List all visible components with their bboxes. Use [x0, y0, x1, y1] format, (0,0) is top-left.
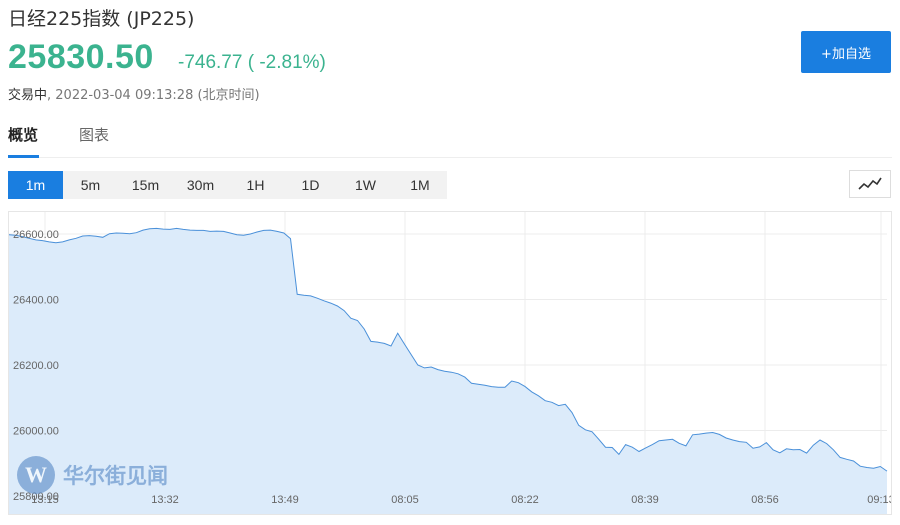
- y-tick-label: 26600.00: [13, 229, 59, 241]
- period-1d[interactable]: 1D: [283, 171, 338, 199]
- x-tick-label: 08:05: [391, 494, 419, 506]
- brand-name: 华尔街见闻: [63, 463, 168, 488]
- current-price: 25830.50: [8, 38, 154, 76]
- x-tick-label: 08:22: [511, 494, 539, 506]
- period-15m[interactable]: 15m: [118, 171, 173, 199]
- chart-type-toggle[interactable]: [849, 170, 891, 198]
- period-1w[interactable]: 1W: [338, 171, 393, 199]
- tab-bar: 概览 图表: [8, 124, 892, 158]
- x-tick-label: 13:32: [151, 494, 179, 506]
- period-selector: 1m 5m 15m 30m 1H 1D 1W 1M: [8, 171, 447, 199]
- period-5m[interactable]: 5m: [63, 171, 118, 199]
- brand-watermark: W 华尔街见闻: [17, 456, 168, 494]
- tab-overview[interactable]: 概览: [8, 124, 39, 158]
- period-1h[interactable]: 1H: [228, 171, 283, 199]
- x-tick-label: 08:39: [631, 494, 659, 506]
- tab-chart[interactable]: 图表: [79, 124, 119, 158]
- trading-state: 交易中: [8, 88, 48, 103]
- page-title: 日经225指数 (JP225): [8, 8, 195, 30]
- line-chart-icon: [858, 177, 882, 190]
- brand-logo-icon: W: [17, 456, 55, 494]
- y-tick-label: 26000.00: [13, 426, 59, 438]
- trading-timestamp: , 2022-03-04 09:13:28 (北京时间): [47, 88, 260, 103]
- x-tick-label: 13:49: [271, 494, 299, 506]
- period-30m[interactable]: 30m: [173, 171, 228, 199]
- y-tick-label: 26400.00: [13, 295, 59, 307]
- y-tick-label: 26200.00: [13, 360, 59, 372]
- price-change: -746.77 ( -2.81%): [178, 52, 326, 73]
- x-tick-label: 09:13: [867, 494, 891, 506]
- x-tick-label: 08:56: [751, 494, 779, 506]
- period-1mo[interactable]: 1M: [393, 171, 447, 199]
- add-to-watchlist-button[interactable]: +加自选: [801, 31, 891, 73]
- trading-status: 交易中, 2022-03-04 09:13:28 (北京时间): [8, 84, 260, 103]
- period-1m[interactable]: 1m: [8, 171, 63, 199]
- x-tick-label: 13:15: [31, 494, 59, 506]
